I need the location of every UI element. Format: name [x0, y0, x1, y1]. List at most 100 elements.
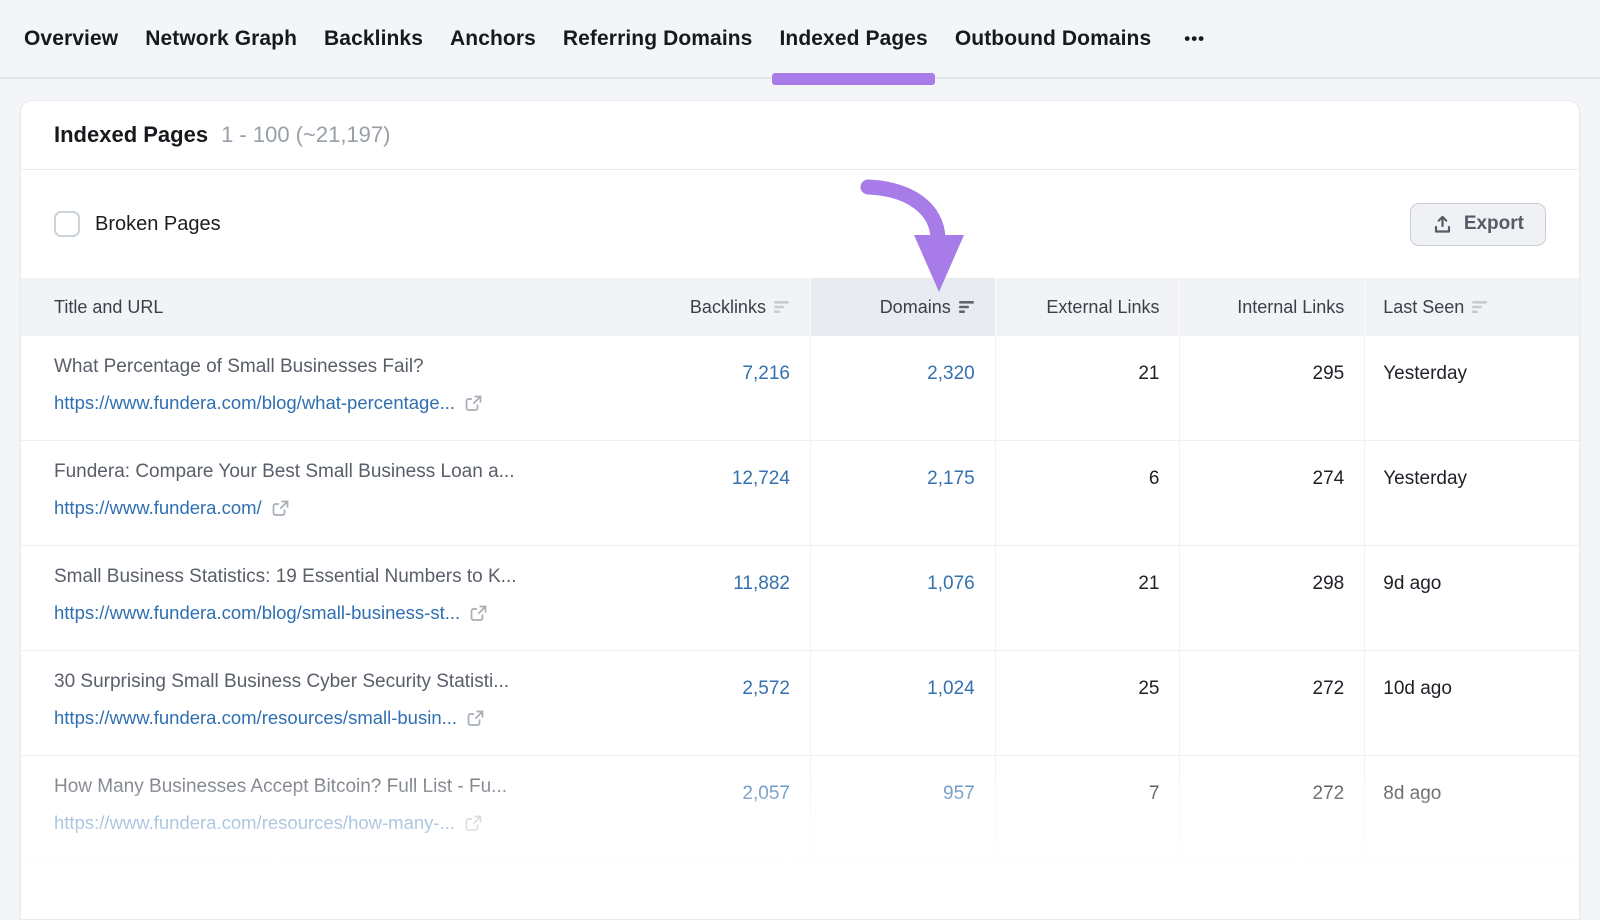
tab-outbound-domains[interactable]: Outbound Domains [955, 0, 1151, 77]
report-tabs-bar: Overview Network Graph Backlinks Anchors… [0, 0, 1600, 79]
title-url-cell: How Many Businesses Accept Bitcoin? Full… [21, 756, 628, 860]
domains-cell: 1,076 [810, 546, 995, 650]
sort-icon [1472, 300, 1488, 314]
backlinks-cell: 11,882 [628, 546, 810, 650]
column-header-title-url: Title and URL [21, 278, 628, 336]
backlinks-count-link[interactable]: 2,057 [628, 780, 790, 808]
backlinks-count-link[interactable]: 11,882 [628, 570, 790, 598]
backlinks-count-link[interactable]: 2,572 [628, 675, 790, 703]
title-url-cell: Fundera: Compare Your Best Small Busines… [21, 441, 628, 545]
external-link-icon[interactable] [470, 605, 487, 622]
external-links-cell: 7 [995, 756, 1180, 860]
table-row: How Many Businesses Accept Bitcoin? Full… [21, 756, 1579, 861]
table-row: 30 Surprising Small Business Cyber Secur… [21, 651, 1579, 756]
external-link-icon[interactable] [465, 815, 482, 832]
domains-count-link[interactable]: 2,175 [811, 465, 975, 493]
internal-links-cell: 272 [1179, 756, 1364, 860]
backlinks-count-link[interactable]: 12,724 [628, 465, 790, 493]
export-button[interactable]: Export [1410, 203, 1546, 246]
last-seen-cell: Yesterday [1364, 336, 1579, 440]
broken-pages-checkbox[interactable] [54, 211, 80, 237]
tab-referring-domains[interactable]: Referring Domains [563, 0, 753, 77]
column-label: Domains [880, 297, 951, 318]
domains-count-link[interactable]: 1,076 [811, 570, 975, 598]
table-header-row: Title and URL Backlinks Domains External… [21, 278, 1579, 336]
tab-label: Anchors [450, 27, 536, 51]
domains-count-link[interactable]: 957 [811, 780, 975, 808]
backlinks-count-link[interactable]: 7,216 [628, 360, 790, 388]
tab-label: Outbound Domains [955, 27, 1151, 51]
tab-anchors[interactable]: Anchors [450, 0, 536, 77]
page-url-link[interactable]: https://www.fundera.com/resources/small-… [54, 704, 457, 732]
table-controls: Broken Pages Export [21, 170, 1579, 278]
tab-indexed-pages[interactable]: Indexed Pages [779, 0, 927, 77]
sort-icon [959, 300, 975, 314]
indexed-pages-panel: Indexed Pages 1 - 100 (~21,197) Broken P… [20, 100, 1580, 920]
column-header-external-links: External Links [995, 278, 1180, 336]
column-label: Backlinks [690, 297, 766, 318]
external-link-icon[interactable] [272, 500, 289, 517]
internal-links-cell: 295 [1179, 336, 1364, 440]
active-tab-underline [772, 73, 934, 85]
external-links-cell: 21 [995, 546, 1180, 650]
column-header-internal-links: Internal Links [1179, 278, 1364, 336]
backlinks-cell: 12,724 [628, 441, 810, 545]
title-url-cell: Small Business Statistics: 19 Essential … [21, 546, 628, 650]
tab-network-graph[interactable]: Network Graph [145, 0, 297, 77]
page-url-link[interactable]: https://www.fundera.com/blog/small-busin… [54, 599, 460, 627]
tab-label: Network Graph [145, 27, 297, 51]
column-header-backlinks[interactable]: Backlinks [628, 278, 810, 336]
backlinks-cell: 7,216 [628, 336, 810, 440]
tab-backlinks[interactable]: Backlinks [324, 0, 423, 77]
domains-cell: 1,024 [810, 651, 995, 755]
domains-cell: 2,320 [810, 336, 995, 440]
export-label: Export [1464, 213, 1524, 235]
domains-count-link[interactable]: 1,024 [811, 675, 975, 703]
last-seen-cell: 8d ago [1364, 756, 1579, 860]
external-links-cell: 6 [995, 441, 1180, 545]
domains-cell: 957 [810, 756, 995, 860]
domains-count-link[interactable]: 2,320 [811, 360, 975, 388]
table-row: Fundera: Compare Your Best Small Busines… [21, 441, 1579, 546]
column-header-last-seen[interactable]: Last Seen [1364, 278, 1579, 336]
page-url-link[interactable]: https://www.fundera.com/blog/what-percen… [54, 389, 455, 417]
title-url-cell: 30 Surprising Small Business Cyber Secur… [21, 651, 628, 755]
external-link-icon[interactable] [467, 710, 484, 727]
export-icon [1432, 214, 1453, 235]
page-title: Small Business Statistics: 19 Essential … [54, 563, 628, 591]
more-tabs-icon[interactable]: ••• [1178, 0, 1205, 77]
page-title: What Percentage of Small Businesses Fail… [54, 353, 628, 381]
backlinks-cell: 2,572 [628, 651, 810, 755]
panel-title: Indexed Pages [54, 122, 208, 148]
tab-label: Referring Domains [563, 27, 753, 51]
external-link-icon[interactable] [465, 395, 482, 412]
page-url-link[interactable]: https://www.fundera.com/resources/how-ma… [54, 809, 455, 837]
column-label: External Links [1046, 297, 1159, 318]
last-seen-cell: 10d ago [1364, 651, 1579, 755]
page-title: How Many Businesses Accept Bitcoin? Full… [54, 773, 628, 801]
sort-icon [774, 300, 790, 314]
column-header-domains[interactable]: Domains [810, 278, 995, 336]
tab-label: Backlinks [324, 27, 423, 51]
internal-links-cell: 272 [1179, 651, 1364, 755]
backlinks-cell: 2,057 [628, 756, 810, 860]
result-range-label: 1 - 100 (~21,197) [221, 122, 390, 148]
external-links-cell: 21 [995, 336, 1180, 440]
page-url-link[interactable]: https://www.fundera.com/ [54, 494, 262, 522]
tab-label: Indexed Pages [779, 27, 927, 51]
domains-cell: 2,175 [810, 441, 995, 545]
broken-pages-label: Broken Pages [95, 213, 221, 236]
title-url-cell: What Percentage of Small Businesses Fail… [21, 336, 628, 440]
last-seen-cell: 9d ago [1364, 546, 1579, 650]
internal-links-cell: 274 [1179, 441, 1364, 545]
tab-overview[interactable]: Overview [24, 0, 118, 77]
column-label: Internal Links [1237, 297, 1344, 318]
column-label: Title and URL [54, 297, 163, 318]
column-label: Last Seen [1383, 297, 1464, 318]
page-title: Fundera: Compare Your Best Small Busines… [54, 458, 628, 486]
page-title: 30 Surprising Small Business Cyber Secur… [54, 668, 628, 696]
internal-links-cell: 298 [1179, 546, 1364, 650]
last-seen-cell: Yesterday [1364, 441, 1579, 545]
table-row: Small Business Statistics: 19 Essential … [21, 546, 1579, 651]
external-links-cell: 25 [995, 651, 1180, 755]
